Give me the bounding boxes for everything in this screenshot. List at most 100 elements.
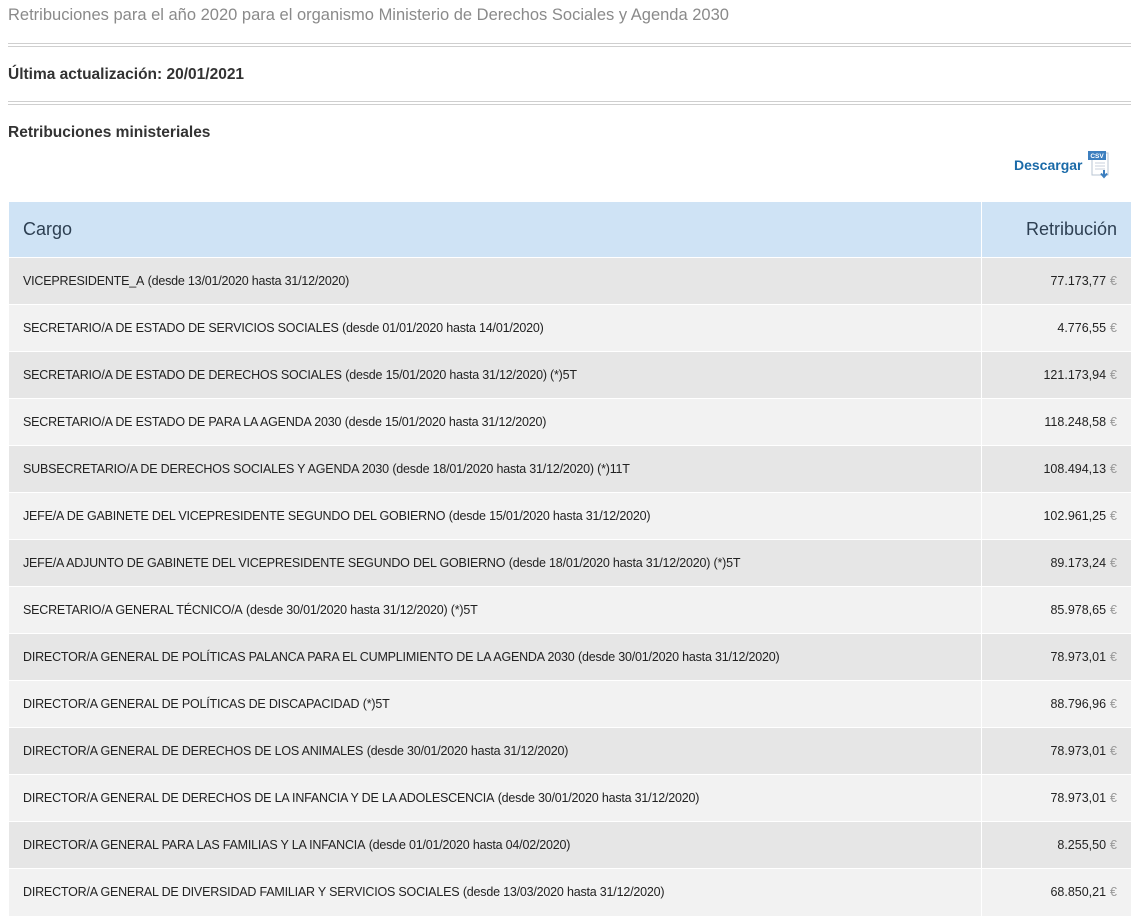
last-update-text: Última actualización: 20/01/2021 xyxy=(8,66,245,83)
cargo-cell: JEFE/A ADJUNTO DE GABINETE DEL VICEPRESI… xyxy=(9,539,981,587)
currency-symbol: € xyxy=(1110,462,1117,476)
cargo-cell: DIRECTOR/A GENERAL DE DIVERSIDAD FAMILIA… xyxy=(9,868,981,916)
table-row: DIRECTOR/A GENERAL PARA LAS FAMILIAS Y L… xyxy=(9,821,1131,869)
currency-symbol: € xyxy=(1110,838,1117,852)
table-row: SECRETARIO/A DE ESTADO DE PARA LA AGENDA… xyxy=(9,398,1131,446)
table-row: SECRETARIO/A GENERAL TÉCNICO/A (desde 30… xyxy=(9,586,1131,634)
cargo-cell: SUBSECRETARIO/A DE DERECHOS SOCIALES Y A… xyxy=(9,445,981,493)
amount-value: 77.173,77 xyxy=(1050,274,1107,288)
retribucion-cell: 68.850,21 € xyxy=(980,868,1131,916)
amount-value: 118.248,58 xyxy=(1044,415,1107,429)
cargo-cell: DIRECTOR/A GENERAL PARA LAS FAMILIAS Y L… xyxy=(9,821,981,869)
cargo-dates: (desde 01/01/2020 hasta 14/01/2020) xyxy=(342,321,544,335)
page: Retribuciones para el año 2020 para el o… xyxy=(0,0,1135,916)
cargo-name: DIRECTOR/A GENERAL DE DERECHOS DE LA INF… xyxy=(23,791,495,805)
currency-symbol: € xyxy=(1110,274,1117,288)
cargo-name: VICEPRESIDENTE_A xyxy=(23,274,145,288)
retribucion-cell: 102.961,25 € xyxy=(980,492,1131,540)
cargo-name: SECRETARIO/A DE ESTADO DE PARA LA AGENDA… xyxy=(23,415,342,429)
amount-value: 78.973,01 xyxy=(1050,744,1107,758)
cargo-cell: DIRECTOR/A GENERAL DE DERECHOS DE LOS AN… xyxy=(9,727,981,775)
cargo-dates: (desde 01/01/2020 hasta 04/02/2020) xyxy=(368,838,571,852)
cargo-dates: (desde 13/03/2020 hasta 31/12/2020) xyxy=(462,885,665,900)
amount-value: 108.494,13 xyxy=(1043,462,1107,476)
cargo-dates: (desde 30/01/2020 hasta 31/12/2020) xyxy=(366,744,569,758)
retribucion-cell: 4.776,55 € xyxy=(980,304,1131,352)
cargo-name: SECRETARIO/A DE ESTADO DE SERVICIOS SOCI… xyxy=(23,321,339,335)
divider xyxy=(8,101,1131,105)
amount-value: 88.796,96 xyxy=(1050,697,1107,711)
retribucion-cell: 121.173,94 € xyxy=(980,351,1131,399)
table-row: JEFE/A ADJUNTO DE GABINETE DEL VICEPRESI… xyxy=(9,539,1131,587)
cargo-cell: VICEPRESIDENTE_A (desde 13/01/2020 hasta… xyxy=(9,257,981,305)
table-row: DIRECTOR/A GENERAL DE DERECHOS DE LOS AN… xyxy=(9,727,1131,775)
retribucion-cell: 78.973,01 € xyxy=(980,633,1131,681)
currency-symbol: € xyxy=(1110,603,1117,617)
amount-value: 68.850,21 xyxy=(1050,885,1107,900)
csv-download-icon: CSV xyxy=(1087,151,1108,179)
cargo-dates: (desde 13/01/2020 hasta 31/12/2020) xyxy=(147,274,350,288)
currency-symbol: € xyxy=(1110,885,1117,900)
retribucion-cell: 89.173,24 € xyxy=(980,539,1131,587)
table-row: DIRECTOR/A GENERAL DE POLÍTICAS DE DISCA… xyxy=(9,680,1131,728)
retribucion-cell: 8.255,50 € xyxy=(980,821,1131,869)
retribucion-cell: 108.494,13 € xyxy=(980,445,1131,493)
table-row: DIRECTOR/A GENERAL DE DERECHOS DE LA INF… xyxy=(9,774,1131,822)
amount-value: 4.776,55 xyxy=(1057,321,1107,335)
cargo-name: JEFE/A DE GABINETE DEL VICEPRESIDENTE SE… xyxy=(23,509,446,523)
currency-symbol: € xyxy=(1110,556,1117,570)
cargo-cell: DIRECTOR/A GENERAL DE POLÍTICAS DE DISCA… xyxy=(9,680,981,728)
currency-symbol: € xyxy=(1110,650,1117,664)
amount-value: 85.978,65 xyxy=(1050,603,1107,617)
cargo-name: SECRETARIO/A GENERAL TÉCNICO/A xyxy=(23,603,243,617)
cargo-dates: (desde 18/01/2020 hasta 31/12/2020) (*)5… xyxy=(508,556,741,570)
header-cargo: Cargo xyxy=(9,202,982,258)
cargo-name: DIRECTOR/A GENERAL PARA LAS FAMILIAS Y L… xyxy=(23,838,366,852)
cargo-cell: SECRETARIO/A DE ESTADO DE SERVICIOS SOCI… xyxy=(9,304,981,352)
table-row: VICEPRESIDENTE_A (desde 13/01/2020 hasta… xyxy=(9,257,1131,305)
amount-value: 102.961,25 xyxy=(1043,509,1107,523)
cargo-dates: (desde 30/01/2020 hasta 31/12/2020) xyxy=(577,650,780,664)
amount-value: 121.173,94 xyxy=(1043,368,1107,382)
cargo-dates: (desde 30/01/2020 hasta 31/12/2020) (*)5… xyxy=(246,603,478,617)
cargo-dates: (desde 30/01/2020 hasta 31/12/2020) xyxy=(497,791,700,805)
cargo-name: JEFE/A ADJUNTO DE GABINETE DEL VICEPRESI… xyxy=(23,556,506,570)
cargo-name: SECRETARIO/A DE ESTADO DE DERECHOS SOCIA… xyxy=(23,368,342,382)
cargo-dates: (*)5T xyxy=(362,697,390,711)
header-retribucion: Retribución xyxy=(980,202,1131,258)
retribuciones-table: Cargo Retribución VICEPRESIDENTE_A (desd… xyxy=(9,202,1131,916)
download-label: Descargar xyxy=(1014,157,1083,173)
cargo-dates: (desde 15/01/2020 hasta 31/12/2020) xyxy=(344,415,547,429)
svg-text:CSV: CSV xyxy=(1090,153,1104,160)
cargo-name: DIRECTOR/A GENERAL DE DIVERSIDAD FAMILIA… xyxy=(23,885,460,900)
cargo-dates: (desde 15/01/2020 hasta 31/12/2020) (*)5… xyxy=(345,368,577,382)
cargo-name: SUBSECRETARIO/A DE DERECHOS SOCIALES Y A… xyxy=(23,462,389,476)
cargo-name: DIRECTOR/A GENERAL DE POLÍTICAS PALANCA … xyxy=(23,650,575,664)
currency-symbol: € xyxy=(1110,321,1117,335)
currency-symbol: € xyxy=(1110,415,1117,429)
section-title: Retribuciones ministeriales xyxy=(8,124,211,141)
table-row: DIRECTOR/A GENERAL DE POLÍTICAS PALANCA … xyxy=(9,633,1131,681)
cargo-dates: (desde 18/01/2020 hasta 31/12/2020) (*)1… xyxy=(392,462,630,476)
amount-value: 8.255,50 xyxy=(1057,838,1107,852)
amount-value: 78.973,01 xyxy=(1050,650,1107,664)
currency-symbol: € xyxy=(1110,744,1117,758)
retribucion-cell: 78.973,01 € xyxy=(980,727,1131,775)
cargo-cell: DIRECTOR/A GENERAL DE POLÍTICAS PALANCA … xyxy=(9,633,981,681)
cargo-cell: SECRETARIO/A DE ESTADO DE DERECHOS SOCIA… xyxy=(9,351,981,399)
cargo-cell: JEFE/A DE GABINETE DEL VICEPRESIDENTE SE… xyxy=(9,492,981,540)
currency-symbol: € xyxy=(1110,509,1117,523)
page-title: Retribuciones para el año 2020 para el o… xyxy=(8,6,729,24)
cargo-cell: SECRETARIO/A DE ESTADO DE PARA LA AGENDA… xyxy=(9,398,981,446)
cargo-name: DIRECTOR/A GENERAL DE DERECHOS DE LOS AN… xyxy=(23,744,364,758)
currency-symbol: € xyxy=(1110,697,1117,711)
amount-value: 78.973,01 xyxy=(1050,791,1107,805)
cargo-cell: DIRECTOR/A GENERAL DE DERECHOS DE LA INF… xyxy=(9,774,981,822)
divider xyxy=(8,43,1131,47)
table-row: SECRETARIO/A DE ESTADO DE DERECHOS SOCIA… xyxy=(9,351,1131,399)
download-csv-link[interactable]: Descargar CSV xyxy=(1014,151,1112,183)
table-header-row: Cargo Retribución xyxy=(9,202,1131,258)
amount-value: 89.173,24 xyxy=(1050,556,1107,570)
table-row: SUBSECRETARIO/A DE DERECHOS SOCIALES Y A… xyxy=(9,445,1131,493)
currency-symbol: € xyxy=(1110,791,1117,805)
